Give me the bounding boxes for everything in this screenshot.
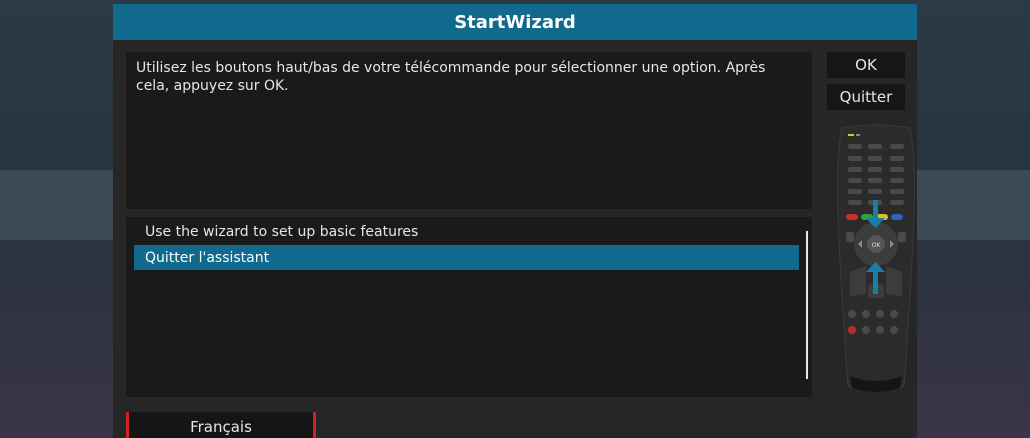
remote-ok-key-label: OK [872, 242, 882, 249]
wizard-window: StartWizard Utilisez les boutons haut/ba… [113, 4, 917, 438]
quit-button[interactable]: Quitter [827, 84, 905, 110]
list-item-setup[interactable]: Use the wizard to set up basic features [134, 219, 799, 244]
ok-button[interactable]: OK [827, 52, 905, 78]
list-item-quit-wizard[interactable]: Quitter l'assistant [134, 245, 799, 270]
description-panel: Utilisez les boutons haut/bas de votre t… [126, 52, 812, 209]
window-title: StartWizard [113, 4, 917, 40]
option-list: Use the wizard to set up basic features … [126, 217, 812, 397]
wizard-body: Utilisez les boutons haut/bas de votre t… [113, 40, 917, 438]
scrollbar[interactable] [806, 231, 808, 379]
remote-control-icon: OK [836, 124, 916, 396]
language-button[interactable]: Français [126, 412, 316, 438]
